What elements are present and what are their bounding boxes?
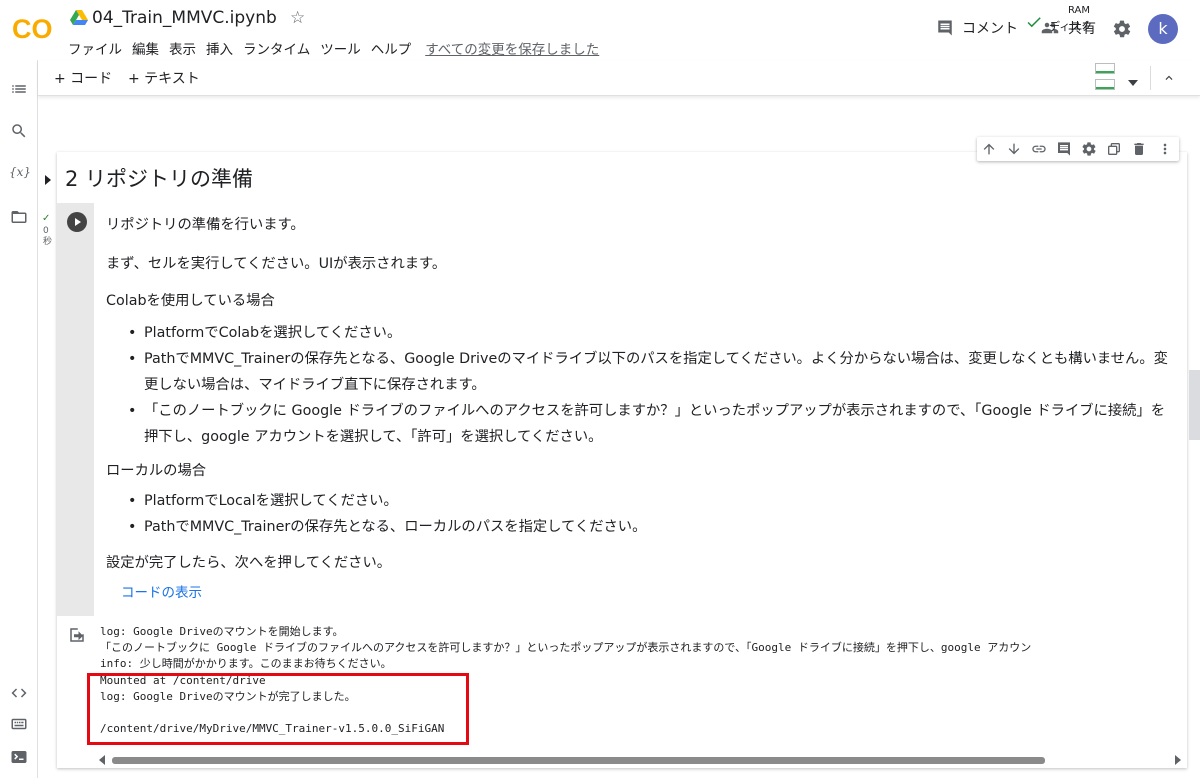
left-sidebar: {x}: [0, 60, 38, 778]
add-code-button[interactable]: + コード: [54, 68, 112, 88]
menu-view[interactable]: 表示: [169, 38, 196, 58]
disk-label: ディスク: [1049, 20, 1093, 33]
horizontal-scroll-thumb[interactable]: [112, 757, 1045, 764]
output-action-icon[interactable]: [68, 626, 86, 648]
google-drive-icon[interactable]: [70, 10, 88, 30]
search-icon[interactable]: [10, 122, 28, 140]
ram-meter[interactable]: [1095, 63, 1115, 74]
execution-time: 0 秒: [43, 226, 52, 248]
markdown-cell: リポジトリの準備を行います。 まず、セルを実行してください。UIが表示されます。…: [106, 212, 1176, 576]
disk-meter[interactable]: [1095, 79, 1115, 90]
highlight-annotation-box: [87, 673, 469, 745]
scroll-left-icon[interactable]: [98, 755, 106, 765]
list-item: PlatformでColabを選択してください。: [126, 320, 1176, 346]
menu-runtime[interactable]: ランタイム: [243, 38, 310, 58]
execution-success-icon: ✓: [42, 213, 51, 224]
play-icon: [75, 218, 81, 226]
collapse-header-icon[interactable]: [1162, 70, 1176, 89]
menu-help[interactable]: ヘルプ: [371, 38, 412, 58]
add-text-button[interactable]: + テキスト: [128, 68, 200, 88]
intro-text: リポジトリの準備を行います。: [106, 217, 305, 233]
section-heading: 2 リポジトリの準備: [65, 167, 254, 191]
execution-time-unit: 秒: [43, 237, 53, 247]
save-status[interactable]: すべての変更を保存しました: [425, 38, 599, 58]
outro-text: 設定が完了したら、次へを押してください。: [106, 555, 392, 571]
mirror-cell-icon[interactable]: [1106, 141, 1122, 157]
comment-button[interactable]: コメント: [936, 18, 1018, 38]
vertical-scroll-thumb[interactable]: [1189, 370, 1200, 440]
move-up-icon[interactable]: [981, 141, 997, 157]
menu-tools[interactable]: ツール: [320, 38, 361, 58]
run-cell-button[interactable]: [67, 212, 87, 232]
logo-text: CO: [12, 14, 53, 44]
local-list: PlatformでLocalを選択してください。 PathでMMVC_Train…: [106, 488, 1176, 540]
star-icon[interactable]: ☆: [290, 8, 305, 28]
section-collapse-icon[interactable]: [44, 170, 52, 189]
cell-toolbar: [977, 137, 1179, 161]
comment-icon: [938, 20, 952, 36]
cell-comment-icon[interactable]: [1056, 141, 1072, 157]
list-item: PathでMMVC_Trainerの保存先となる、ローカルのパスを指定してくださ…: [126, 514, 1176, 540]
delete-icon[interactable]: [1131, 141, 1147, 157]
resources-dropdown-icon[interactable]: [1127, 72, 1139, 91]
colab-heading: Colabを使用している場合: [106, 293, 275, 309]
menu-insert[interactable]: 挿入: [206, 38, 233, 58]
user-avatar[interactable]: k: [1148, 14, 1178, 44]
execution-time-value: 0: [43, 226, 49, 236]
cell-settings-icon[interactable]: [1081, 141, 1097, 157]
output-line: log: Google Driveのマウントを開始します。: [100, 625, 344, 638]
horizontal-scrollbar[interactable]: [96, 754, 1186, 766]
scroll-right-icon[interactable]: [1174, 755, 1182, 765]
folder-icon[interactable]: [10, 208, 28, 226]
colab-logo[interactable]: CO: [10, 12, 54, 44]
list-item: 「このノートブックに Google ドライブのファイルへのアクセスを許可しますか…: [126, 398, 1176, 450]
more-options-icon[interactable]: [1157, 141, 1173, 157]
list-item: PathでMMVC_Trainerの保存先となる、Google Driveのマイ…: [126, 346, 1176, 398]
variables-icon[interactable]: {x}: [9, 165, 31, 183]
cell-gutter: [57, 203, 94, 616]
table-of-contents-icon[interactable]: [10, 80, 28, 98]
app-header: CO 04_Train_MMVC.ipynb ☆ ファイル 編集 表示 挿入 ラ…: [0, 0, 1200, 60]
terminal-icon[interactable]: [10, 748, 28, 766]
link-icon[interactable]: [1031, 141, 1047, 157]
show-code-link[interactable]: コードの表示: [121, 581, 202, 601]
notebook-toolbar: + コード + テキスト: [38, 60, 1200, 96]
command-palette-icon[interactable]: [10, 715, 28, 733]
move-down-icon[interactable]: [1006, 141, 1022, 157]
ram-label: RAM: [1068, 5, 1091, 16]
step1-text: まず、セルを実行してください。UIが表示されます。: [106, 256, 447, 272]
toolbar-divider: [1150, 66, 1151, 90]
settings-gear-icon[interactable]: [1112, 19, 1132, 43]
local-heading: ローカルの場合: [106, 463, 207, 479]
colab-list: PlatformでColabを選択してください。 PathでMMVC_Train…: [106, 320, 1176, 450]
menu-file[interactable]: ファイル: [68, 38, 122, 58]
notebook-title[interactable]: 04_Train_MMVC.ipynb: [92, 8, 277, 28]
code-snippets-icon[interactable]: [10, 684, 28, 702]
list-item: PlatformでLocalを選択してください。: [126, 488, 1176, 514]
menu-bar: ファイル 編集 表示 挿入 ランタイム ツール ヘルプ すべての変更を保存しまし…: [68, 38, 609, 58]
menu-edit[interactable]: 編集: [132, 38, 159, 58]
output-line: 「このノートブックに Google ドライブのファイルへのアクセスを許可しますか…: [100, 641, 1032, 655]
output-line: info: 少し時間がかかります。このままお待ちください。: [100, 657, 392, 671]
comment-label: コメント: [962, 21, 1018, 37]
